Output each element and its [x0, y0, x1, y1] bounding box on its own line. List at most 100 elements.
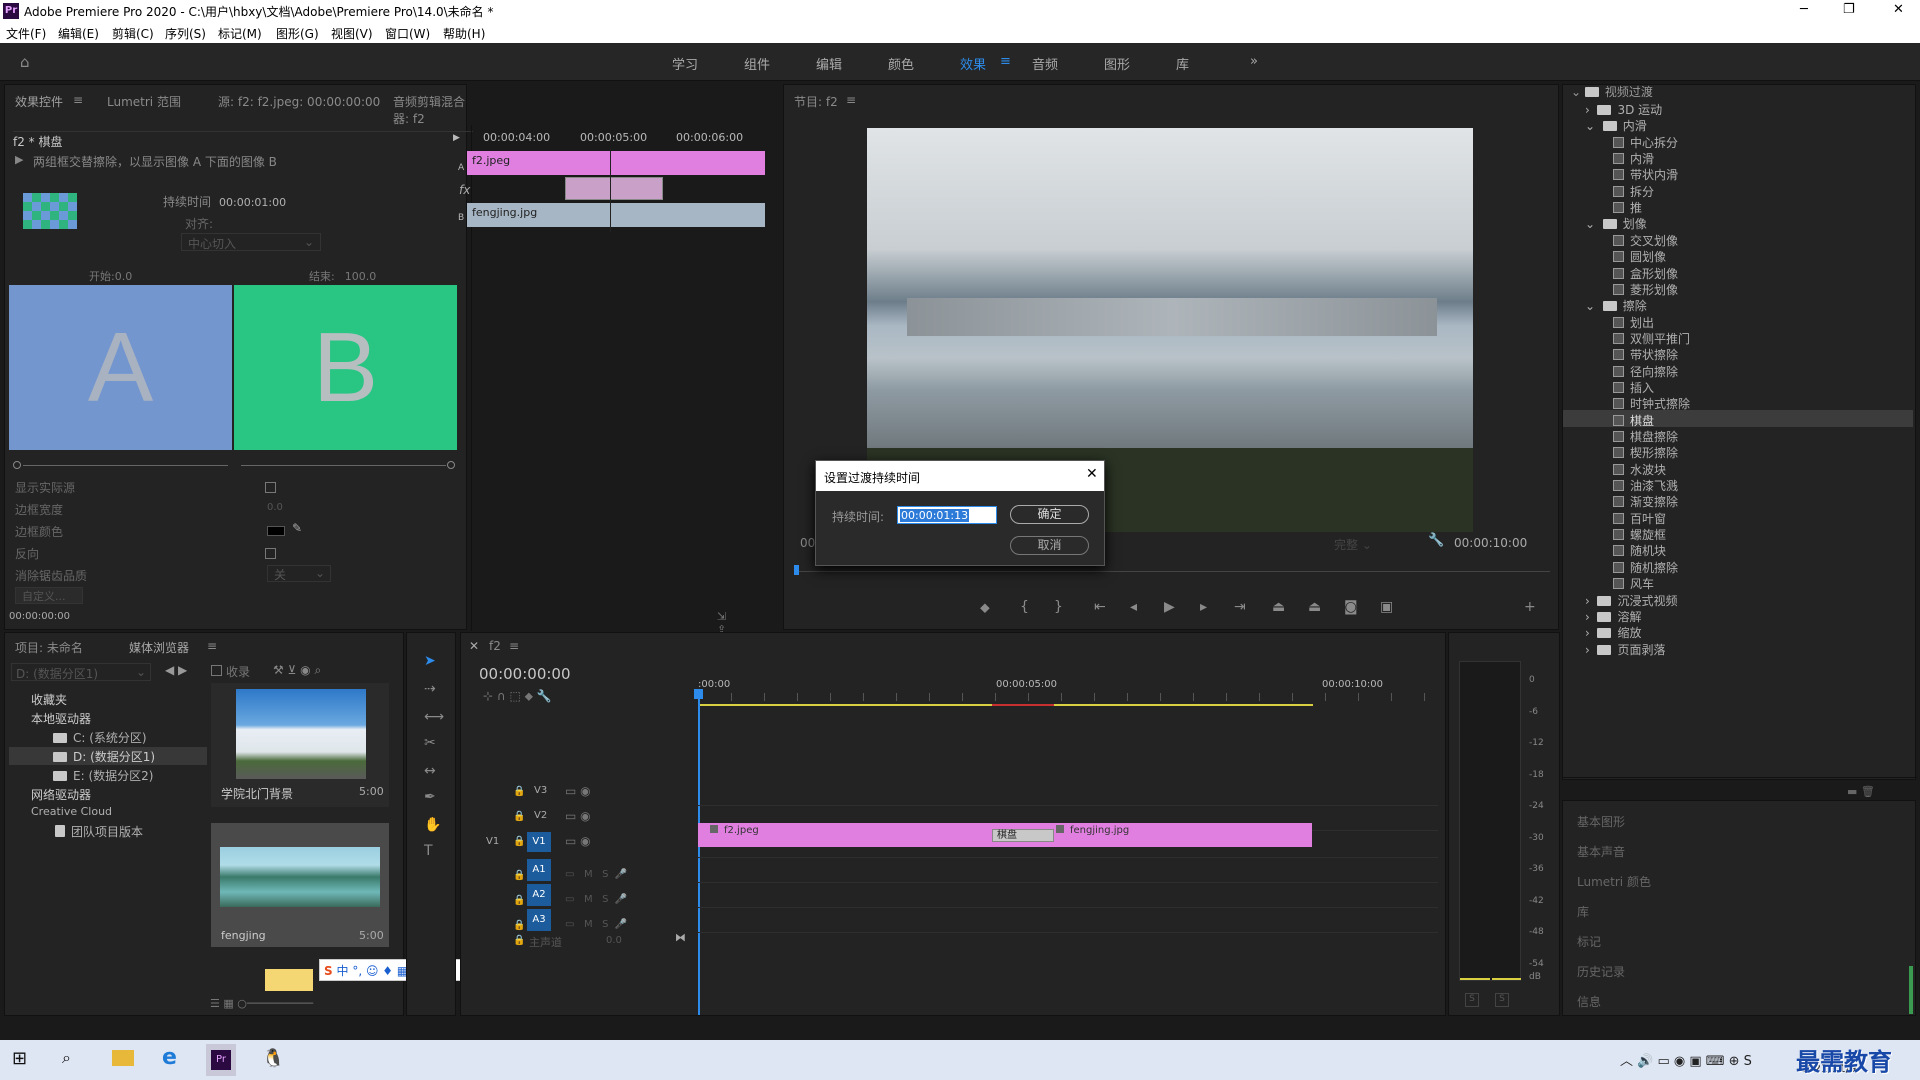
section-libraries[interactable]: 库: [1577, 903, 1589, 920]
dialog-duration-input[interactable]: 00:00:01:13: [897, 506, 997, 524]
audio-track-controls[interactable]: ▭ M S 🎤 ▭ M S 🎤 ▭ M S 🎤: [565, 862, 627, 937]
fx-effect-2[interactable]: 中心拆分: [1613, 134, 1678, 151]
fx-folder-1[interactable]: ⌄ 内滑: [1585, 117, 1647, 134]
more-workspaces-icon[interactable]: »: [1250, 54, 1258, 69]
track-select-icon[interactable]: ⇢: [424, 681, 436, 697]
tab-project[interactable]: 项目: 未命名: [15, 639, 83, 656]
tab-color[interactable]: 颜色: [888, 54, 914, 73]
fx-effect-9[interactable]: 圆划像: [1613, 248, 1666, 265]
menu-edit[interactable]: 编辑(E): [58, 25, 99, 42]
camera-icon[interactable]: ◙: [1344, 599, 1358, 615]
timeline-tab[interactable]: f2: [489, 639, 501, 653]
ingest-checkbox[interactable]: [211, 665, 222, 676]
tree-drive-e[interactable]: E: (数据分区2): [53, 767, 153, 784]
selection-tool-icon[interactable]: ➤: [424, 653, 436, 669]
dialog-close-icon[interactable]: ✕: [1086, 466, 1098, 482]
tab-menu-icon[interactable]: ≡: [1000, 54, 1011, 69]
menu-window[interactable]: 窗口(W): [385, 25, 430, 42]
tab-lumetri-scopes[interactable]: Lumetri 范围: [107, 93, 181, 110]
fx-effect-27[interactable]: 随机块: [1613, 542, 1666, 559]
fx-effect-29[interactable]: 风车: [1613, 575, 1654, 592]
fx-effect-25[interactable]: 百叶窗: [1613, 510, 1666, 527]
thumb-card-1[interactable]: 学院北门背景 5:00: [211, 683, 389, 807]
ripple-edit-icon[interactable]: ⟷: [424, 709, 444, 725]
transition-checkerboard[interactable]: 棋盘: [992, 829, 1054, 842]
add-button-icon[interactable]: +: [1524, 599, 1536, 615]
fx-effect-4[interactable]: 带状内滑: [1613, 166, 1678, 183]
track-v2-sync-eye-icons[interactable]: ▭ ◉: [565, 809, 591, 823]
menu-marker[interactable]: 标记(M): [218, 25, 262, 42]
fx-effect-23[interactable]: 油漆飞溅: [1613, 477, 1678, 494]
section-essential-sound[interactable]: 基本声音: [1577, 843, 1625, 860]
section-essential-graphics[interactable]: 基本图形: [1577, 813, 1625, 830]
custom-button[interactable]: 自定义...: [15, 587, 83, 604]
antialias-select[interactable]: 关 ⌄: [267, 565, 331, 582]
edge-icon[interactable]: e: [162, 1045, 177, 1070]
step-forward-icon[interactable]: ▸: [1200, 599, 1207, 615]
type-tool-icon[interactable]: T: [424, 843, 433, 859]
track-a3[interactable]: A3: [527, 909, 551, 931]
fx-effect-22[interactable]: 水波块: [1613, 461, 1666, 478]
mark-in-icon[interactable]: {: [1020, 599, 1029, 615]
fx-effect-16[interactable]: 径向擦除: [1613, 363, 1678, 380]
mini-transition[interactable]: [565, 177, 663, 200]
slip-tool-icon[interactable]: ↔: [424, 763, 436, 779]
menu-sequence[interactable]: 序列(S): [165, 25, 206, 42]
fx-effect-6[interactable]: 推: [1613, 199, 1642, 216]
effects-bin-icons[interactable]: ▬ 🗑: [1847, 785, 1875, 798]
mini-clip-b[interactable]: fengjing.jpg: [467, 203, 765, 227]
program-tc-left[interactable]: 00: [800, 536, 815, 550]
tab-audio-clip-mixer[interactable]: 音频剪辑混合器: f2: [393, 93, 466, 127]
fx-root-folder[interactable]: ⌄ 视频过渡: [1571, 83, 1653, 100]
border-width-value[interactable]: 0.0: [267, 502, 283, 513]
fit-select[interactable]: 完整 ⌄: [1330, 536, 1402, 553]
home-icon[interactable]: ⌂: [20, 53, 36, 71]
fx-effect-3[interactable]: 内滑: [1613, 150, 1654, 167]
fx-effect-8[interactable]: 交叉划像: [1613, 232, 1678, 249]
play-icon[interactable]: ▶: [1164, 599, 1175, 615]
close-icon[interactable]: ✕: [1893, 2, 1904, 17]
track-a2[interactable]: A2: [527, 884, 551, 906]
eyedropper-icon[interactable]: ✎: [292, 521, 302, 535]
file-explorer-icon[interactable]: [112, 1050, 134, 1066]
tab-assembly[interactable]: 组件: [744, 54, 770, 73]
windows-start-icon[interactable]: ⊞: [12, 1048, 27, 1069]
fx-folder-7[interactable]: ⌄ 划像: [1585, 215, 1647, 232]
menu-clip[interactable]: 剪辑(C): [112, 25, 154, 42]
audio-lock-icons[interactable]: 🔒 🔒 🔒: [513, 863, 527, 938]
master-track-value[interactable]: 0.0: [606, 935, 622, 946]
go-to-out-icon[interactable]: ⇥: [1234, 599, 1246, 615]
fx-effect-10[interactable]: 盒形划像: [1613, 265, 1678, 282]
play-transition-icon[interactable]: ▶: [15, 153, 23, 166]
track-v1-lock-icon[interactable]: 🔒: [513, 836, 525, 847]
section-markers[interactable]: 标记: [1577, 933, 1601, 950]
media-browser-menu-icon[interactable]: ≡: [207, 639, 217, 653]
alignment-select[interactable]: 中心切入 ⌄: [181, 233, 321, 251]
mark-out-icon[interactable]: }: [1054, 599, 1063, 615]
show-source-checkbox[interactable]: [265, 482, 276, 493]
program-menu-icon[interactable]: ≡: [846, 93, 856, 107]
timeline-playhead[interactable]: [698, 693, 700, 1015]
fx-folder-12[interactable]: ⌄ 擦除: [1585, 297, 1647, 314]
meter-solo-right[interactable]: S: [1495, 993, 1509, 1007]
timeline-menu-icon[interactable]: ≡: [509, 639, 519, 653]
end-slider[interactable]: [241, 465, 446, 466]
start-slider[interactable]: [23, 465, 228, 466]
extract-icon[interactable]: ⏏: [1308, 599, 1321, 615]
timeline-ruler[interactable]: [698, 693, 1438, 701]
meter-solo-left[interactable]: S: [1465, 993, 1479, 1007]
tab-libraries[interactable]: 库: [1176, 54, 1189, 73]
qq-icon[interactable]: 🐧: [262, 1048, 284, 1069]
tree-favorites[interactable]: 收藏夹: [31, 691, 67, 708]
premiere-taskbar-button[interactable]: Pr: [206, 1044, 236, 1076]
tab-editing[interactable]: 编辑: [816, 54, 842, 73]
fx-effect-17[interactable]: 插入: [1613, 379, 1654, 396]
fx-effect-13[interactable]: 划出: [1613, 314, 1654, 331]
side-scrollbar[interactable]: [1909, 966, 1913, 1014]
lift-icon[interactable]: ⏏: [1272, 599, 1285, 615]
reverse-checkbox[interactable]: [265, 548, 276, 559]
start-slider-handle[interactable]: [13, 461, 21, 469]
track-a1[interactable]: A1: [527, 859, 551, 881]
master-end-icon[interactable]: ⧓: [675, 931, 686, 944]
clip-fengjing[interactable]: fengjing.jpg: [1048, 823, 1312, 847]
